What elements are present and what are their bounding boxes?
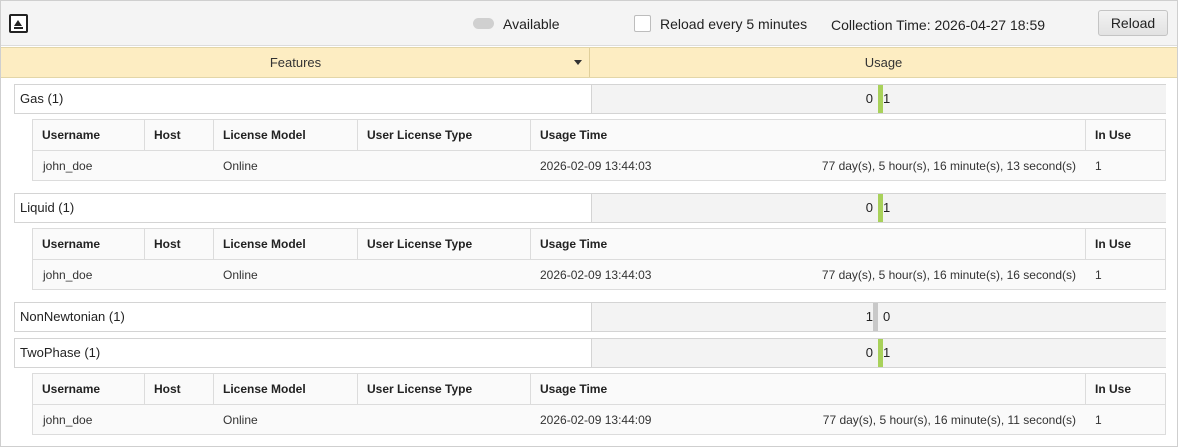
available-count: 1 — [865, 309, 873, 324]
column-header: Features Usage — [1, 47, 1177, 78]
header-in-use[interactable]: In Use — [1086, 374, 1165, 404]
feature-name: TwoPhase (1) — [20, 345, 101, 360]
header-host[interactable]: Host — [145, 229, 214, 259]
header-license-model[interactable]: License Model — [214, 374, 358, 404]
toolbar: Available Reload every 5 minutes Collect… — [1, 1, 1177, 46]
usage-cell: 1 0 — [591, 303, 1166, 331]
feature-users-table-twophase: Username Host License Model User License… — [32, 373, 1166, 435]
header-user-license-type[interactable]: User License Type — [358, 229, 531, 259]
features-column-header[interactable]: Features — [1, 48, 590, 77]
header-license-model[interactable]: License Model — [214, 120, 358, 150]
feature-row-nonnewtonian[interactable]: NonNewtonian (1) 1 0 — [14, 302, 1166, 332]
license-usage-panel: Available Reload every 5 minutes Collect… — [0, 0, 1178, 447]
reload-button[interactable]: Reload — [1098, 10, 1168, 36]
feature-name: Liquid (1) — [20, 200, 75, 215]
header-username[interactable]: Username — [33, 374, 145, 404]
usage-column-header[interactable]: Usage — [590, 48, 1177, 77]
used-count: 1 — [883, 91, 891, 106]
header-usage-time[interactable]: Usage Time — [531, 374, 1086, 404]
cell-license-model: Online — [223, 159, 258, 173]
feature-row-twophase[interactable]: TwoPhase (1) 0 1 — [14, 338, 1166, 368]
sort-down-icon[interactable] — [574, 60, 582, 65]
cell-license-model: Online — [223, 413, 258, 427]
features-column-label: Features — [269, 55, 322, 70]
available-label: Available — [503, 16, 560, 32]
cell-usage-time: 2026-02-09 13:44:03 — [540, 159, 652, 173]
header-user-license-type[interactable]: User License Type — [358, 120, 531, 150]
header-host[interactable]: Host — [145, 374, 214, 404]
cell-duration: 77 day(s), 5 hour(s), 16 minute(s), 16 s… — [821, 268, 1076, 282]
header-license-model[interactable]: License Model — [214, 229, 358, 259]
usage-bar — [873, 303, 878, 331]
feature-row-liquid[interactable]: Liquid (1) 0 1 — [14, 193, 1166, 223]
cell-username: john_doe — [43, 159, 93, 173]
cell-username: john_doe — [43, 268, 93, 282]
header-user-license-type[interactable]: User License Type — [358, 374, 531, 404]
collapse-icon[interactable] — [9, 14, 28, 33]
cell-license-model: Online — [223, 268, 258, 282]
reload-every-5-minutes-label[interactable]: Reload every 5 minutes — [660, 16, 807, 32]
cell-in-use: 1 — [1095, 159, 1102, 173]
used-count: 0 — [883, 309, 891, 324]
cell-duration: 77 day(s), 5 hour(s), 16 minute(s), 13 s… — [821, 159, 1076, 173]
reload-every-5-minutes-checkbox[interactable] — [634, 15, 651, 32]
header-usage-time[interactable]: Usage Time — [531, 120, 1086, 150]
header-in-use[interactable]: In Use — [1086, 120, 1165, 150]
used-count: 1 — [883, 345, 891, 360]
header-in-use[interactable]: In Use — [1086, 229, 1165, 259]
cell-username: john_doe — [43, 413, 93, 427]
available-count: 0 — [865, 345, 873, 360]
cell-duration: 77 day(s), 5 hour(s), 16 minute(s), 11 s… — [822, 413, 1076, 427]
underline-bar-icon — [14, 27, 23, 29]
feature-users-table-gas: Username Host License Model User License… — [32, 119, 1166, 181]
header-host[interactable]: Host — [145, 120, 214, 150]
cell-in-use: 1 — [1095, 413, 1102, 427]
available-count: 0 — [865, 91, 873, 106]
feature-row-gas[interactable]: Gas (1) 0 1 — [14, 84, 1166, 114]
header-username[interactable]: Username — [33, 229, 145, 259]
feature-users-table-liquid: Username Host License Model User License… — [32, 228, 1166, 290]
usage-cell: 0 1 — [591, 339, 1166, 367]
cell-usage-time: 2026-02-09 13:44:03 — [540, 268, 652, 282]
usage-column-label: Usage — [864, 55, 903, 70]
feature-name: Gas (1) — [20, 91, 64, 106]
usage-cell: 0 1 — [591, 194, 1166, 222]
header-usage-time[interactable]: Usage Time — [531, 229, 1086, 259]
cell-usage-time: 2026-02-09 13:44:09 — [540, 413, 652, 427]
header-username[interactable]: Username — [33, 120, 145, 150]
collection-time: Collection Time: 2026-04-27 18:59 — [831, 17, 1046, 33]
cell-in-use: 1 — [1095, 268, 1102, 282]
feature-name: NonNewtonian (1) — [20, 309, 125, 324]
available-count: 0 — [865, 200, 873, 215]
usage-cell: 0 1 — [591, 85, 1166, 113]
available-toggle[interactable] — [473, 18, 494, 29]
caret-up-icon — [14, 20, 22, 26]
used-count: 1 — [883, 200, 891, 215]
